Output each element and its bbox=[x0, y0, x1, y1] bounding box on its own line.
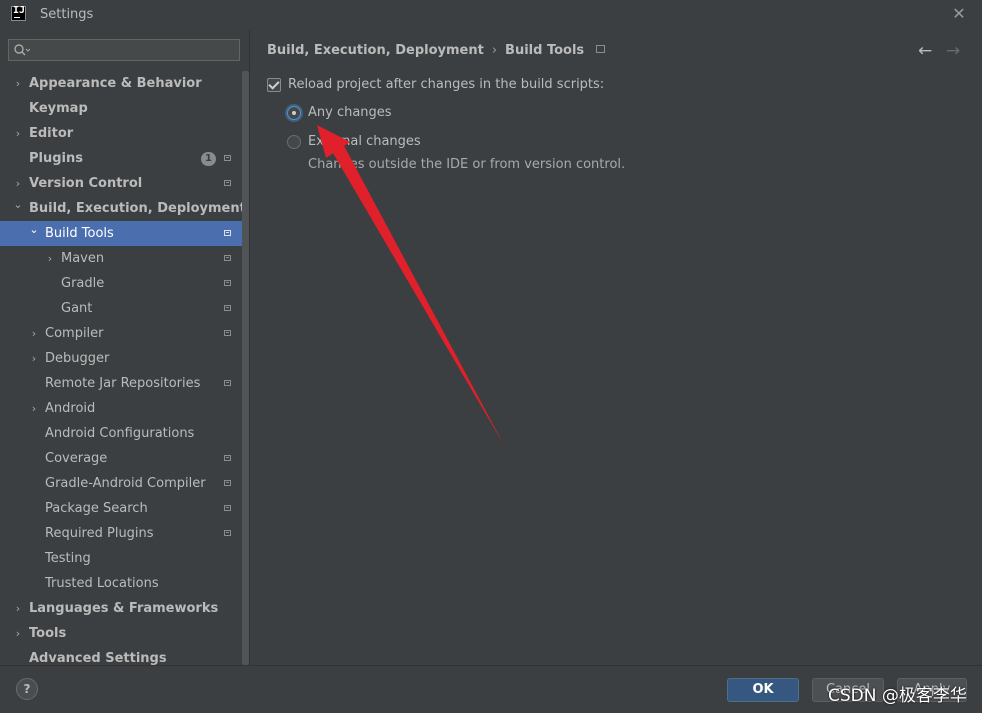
settings-sidebar: › Appearance & Behavior Keymap › Editor Plugi… bbox=[0, 30, 249, 666]
project-scope-icon bbox=[224, 155, 231, 161]
close-icon[interactable]: ✕ bbox=[950, 5, 968, 23]
sidebar-item-label: Build, Execution, Deployment bbox=[29, 201, 246, 216]
external-changes-description: Changes outside the IDE or from version … bbox=[308, 157, 626, 172]
sidebar-item-label: Maven bbox=[61, 251, 105, 266]
window-title: Settings bbox=[40, 7, 94, 22]
breadcrumb: Build, Execution, Deployment › Build Tools bbox=[267, 43, 606, 58]
project-scope-icon bbox=[224, 455, 231, 461]
settings-tree: › Appearance & Behavior Keymap › Editor Plugi… bbox=[0, 71, 249, 671]
search-input[interactable] bbox=[8, 39, 240, 61]
project-scope-icon bbox=[224, 505, 231, 511]
sidebar-item-label: Gradle-Android Compiler bbox=[45, 476, 206, 491]
back-arrow-icon[interactable]: ← bbox=[918, 41, 932, 61]
sidebar-item[interactable]: › Appearance & Behavior bbox=[0, 71, 249, 96]
project-scope-icon bbox=[224, 530, 231, 536]
sidebar-item-label: Testing bbox=[45, 551, 91, 566]
chevron-right-icon[interactable]: › bbox=[13, 621, 23, 646]
sidebar-item[interactable]: ⌄ Build Tools bbox=[0, 221, 249, 246]
settings-content bbox=[250, 30, 982, 665]
sidebar-item-label: Debugger bbox=[45, 351, 110, 366]
project-scope-icon bbox=[224, 380, 231, 386]
project-scope-icon bbox=[224, 230, 231, 236]
project-scope-icon bbox=[224, 480, 231, 486]
any-changes-label[interactable]: Any changes bbox=[308, 105, 392, 120]
sidebar-item-label: Android bbox=[45, 401, 96, 416]
sidebar-item[interactable]: Package Search bbox=[0, 496, 249, 521]
sidebar-item-label: Gradle bbox=[61, 276, 105, 291]
breadcrumb-separator: › bbox=[491, 43, 498, 58]
project-scope-icon bbox=[596, 45, 606, 53]
sidebar-item[interactable]: Required Plugins bbox=[0, 521, 249, 546]
chevron-down-icon[interactable]: ⌄ bbox=[29, 217, 39, 242]
sidebar-item-label: Remote Jar Repositories bbox=[45, 376, 201, 391]
sidebar-item[interactable]: Remote Jar Repositories bbox=[0, 371, 249, 396]
project-scope-icon bbox=[224, 305, 231, 311]
chevron-right-icon[interactable]: › bbox=[13, 596, 23, 621]
project-scope-icon bbox=[224, 255, 231, 261]
sidebar-item-label: Required Plugins bbox=[45, 526, 154, 541]
project-scope-icon bbox=[224, 330, 231, 336]
sidebar-item[interactable]: › Compiler bbox=[0, 321, 249, 346]
sidebar-item-label: Coverage bbox=[45, 451, 108, 466]
ok-button[interactable]: OK bbox=[727, 678, 799, 702]
chevron-right-icon[interactable]: › bbox=[29, 321, 39, 346]
sidebar-item-label: Package Search bbox=[45, 501, 148, 516]
sidebar-item-label: Version Control bbox=[29, 176, 143, 191]
chevron-right-icon[interactable]: › bbox=[13, 71, 23, 96]
search-icon bbox=[14, 44, 30, 56]
reload-project-label[interactable]: Reload project after changes in the buil… bbox=[288, 77, 604, 92]
sidebar-item-label: Languages & Frameworks bbox=[29, 601, 219, 616]
watermark-text: CSDN @极客李华 bbox=[828, 686, 967, 706]
chevron-down-icon[interactable]: ⌄ bbox=[13, 192, 23, 217]
sidebar-item-label: Tools bbox=[29, 626, 67, 641]
external-changes-radio[interactable] bbox=[287, 135, 301, 149]
title-bar: IJ Settings ✕ bbox=[0, 0, 982, 31]
intellij-logo-icon: IJ bbox=[11, 5, 26, 21]
sidebar-item-label: Build Tools bbox=[45, 226, 114, 241]
chevron-right-icon[interactable]: › bbox=[29, 396, 39, 421]
chevron-right-icon[interactable]: › bbox=[45, 246, 55, 271]
sidebar-item[interactable]: Trusted Locations bbox=[0, 571, 249, 596]
sidebar-item[interactable]: Gradle bbox=[0, 271, 249, 296]
sidebar-item-label: Editor bbox=[29, 126, 74, 141]
sidebar-item-label: Android Configurations bbox=[45, 426, 195, 441]
sidebar-item[interactable]: › Version Control bbox=[0, 171, 249, 196]
any-changes-radio[interactable] bbox=[287, 106, 301, 120]
sidebar-item[interactable]: › Editor bbox=[0, 121, 249, 146]
breadcrumb-parent[interactable]: Build, Execution, Deployment bbox=[267, 43, 484, 58]
sidebar-item[interactable]: Testing bbox=[0, 546, 249, 571]
chevron-right-icon[interactable]: › bbox=[29, 346, 39, 371]
sidebar-item[interactable]: › Android bbox=[0, 396, 249, 421]
update-count-badge: 1 bbox=[201, 152, 216, 166]
sidebar-item-label: Appearance & Behavior bbox=[29, 76, 202, 91]
sidebar-item[interactable]: › Maven bbox=[0, 246, 249, 271]
sidebar-item-label: Plugins bbox=[29, 151, 83, 166]
project-scope-icon bbox=[224, 180, 231, 186]
sidebar-scrollbar[interactable] bbox=[242, 71, 249, 665]
sidebar-item[interactable]: › Tools bbox=[0, 621, 249, 646]
sidebar-item[interactable]: Gradle-Android Compiler bbox=[0, 471, 249, 496]
sidebar-item-label: Gant bbox=[61, 301, 93, 316]
help-button[interactable]: ? bbox=[16, 678, 38, 700]
external-changes-label[interactable]: External changes bbox=[308, 134, 421, 149]
reload-project-checkbox[interactable] bbox=[267, 78, 281, 92]
forward-arrow-icon[interactable]: → bbox=[946, 41, 960, 61]
breadcrumb-current: Build Tools bbox=[505, 43, 585, 58]
sidebar-item[interactable]: Plugins 1 bbox=[0, 146, 249, 171]
sidebar-item[interactable]: Android Configurations bbox=[0, 421, 249, 446]
project-scope-icon bbox=[224, 280, 231, 286]
chevron-right-icon[interactable]: › bbox=[13, 121, 23, 146]
sidebar-item[interactable]: › Languages & Frameworks bbox=[0, 596, 249, 621]
sidebar-item-label: Trusted Locations bbox=[45, 576, 159, 591]
sidebar-item-label: Keymap bbox=[29, 101, 88, 116]
sidebar-item[interactable]: › Debugger bbox=[0, 346, 249, 371]
sidebar-item[interactable]: Keymap bbox=[0, 96, 249, 121]
sidebar-item[interactable]: Gant bbox=[0, 296, 249, 321]
sidebar-item[interactable]: Coverage bbox=[0, 446, 249, 471]
sidebar-item-label: Compiler bbox=[45, 326, 104, 341]
